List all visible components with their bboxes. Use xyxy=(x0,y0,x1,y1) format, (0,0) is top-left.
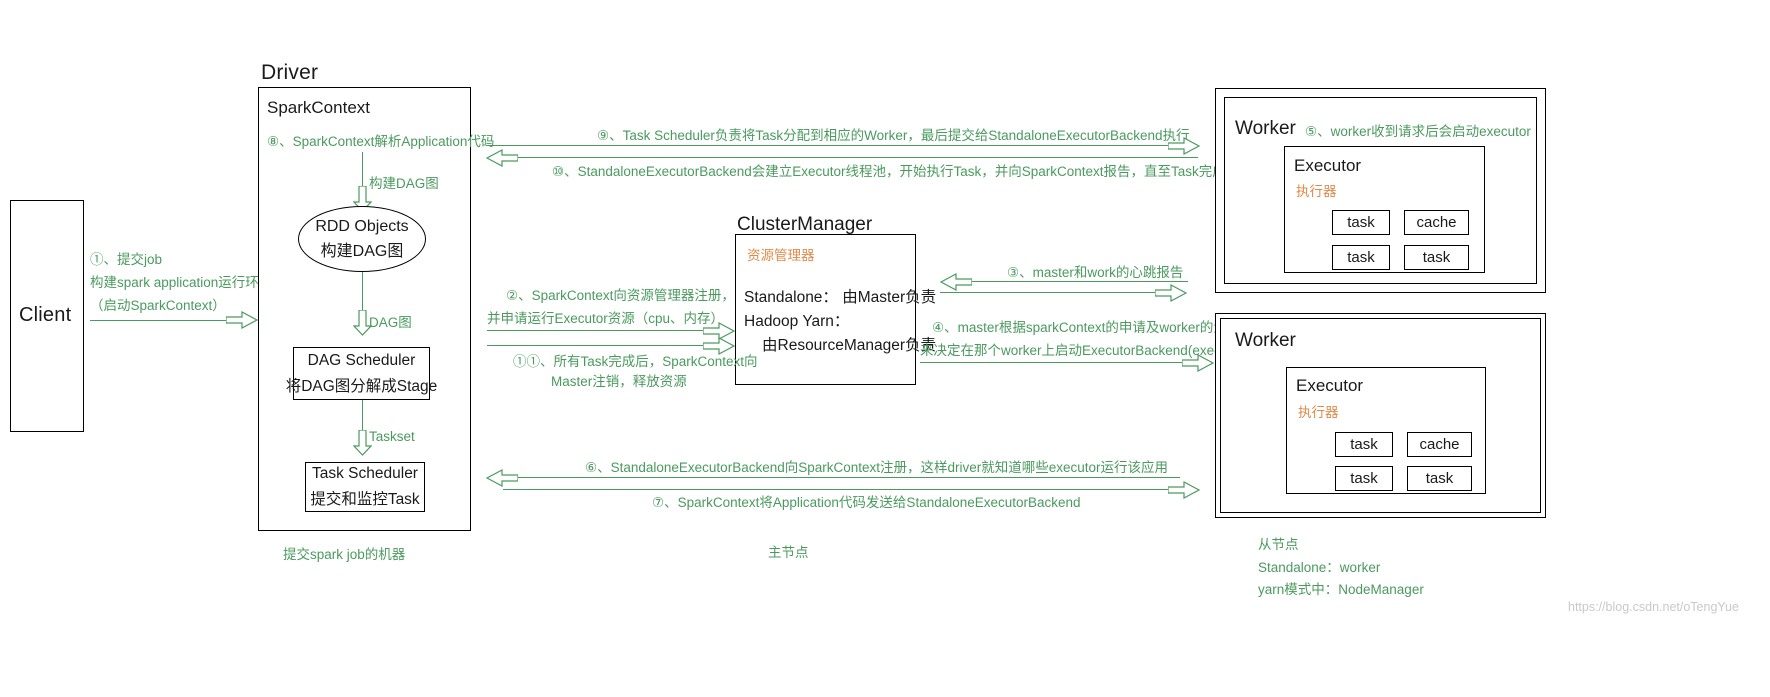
dag-scheduler-line2: 将DAG图分解成Stage xyxy=(285,377,438,395)
flow-step2-line xyxy=(487,330,708,331)
cluster-manager-line1: Standalone： 由Master负责 xyxy=(744,289,937,306)
rdd-objects-ellipse: RDD Objects 构建DAG图 xyxy=(298,206,426,272)
worker-2-chip-cache: cache xyxy=(1407,432,1472,457)
client-note-line2: 构建spark application运行环境 xyxy=(90,275,273,290)
flow-step9-line xyxy=(486,145,1198,146)
dag-arrow-label: DAG图 xyxy=(369,315,412,330)
worker-1-chip-task-2: task xyxy=(1332,245,1390,270)
worker-caption-line3: yarn模式中：NodeManager xyxy=(1258,582,1424,597)
flow-step2-line2: 并申请运行Executor资源（cpu、内存） xyxy=(487,311,725,326)
flow-step11-line1: ①①、所有Task完成后，SparkContext向 xyxy=(513,354,758,369)
worker-1-chip-cache: cache xyxy=(1404,210,1469,235)
flow-step3-label: ③、master和work的心跳报告 xyxy=(1007,265,1184,280)
driver-caption: 提交spark job的机器 xyxy=(283,547,406,562)
flow-step9-arrowhead xyxy=(1168,137,1200,155)
task-scheduler-line1: Task Scheduler xyxy=(312,465,418,482)
flow-step2-line1: ②、SparkContext向资源管理器注册， xyxy=(506,288,735,303)
client-note-line1: ①、提交job xyxy=(90,252,163,267)
dagscheduler-to-taskscheduler-line xyxy=(362,400,363,434)
client-to-driver-arrowhead xyxy=(226,311,258,329)
task-scheduler-line2: 提交和监控Task xyxy=(310,491,420,508)
diagram-canvas: Client ①、提交job 构建spark application运行环境 （… xyxy=(0,0,1770,697)
worker-1-chip-task-3: task xyxy=(1404,245,1469,270)
flow-step3b-line xyxy=(940,292,1158,293)
flow-step4-line xyxy=(920,362,1200,363)
worker-2-executor-subtitle: 执行器 xyxy=(1298,405,1339,420)
cluster-manager-title: ClusterManager xyxy=(737,214,873,235)
driver-title: Driver xyxy=(261,61,319,84)
cluster-manager-subtitle: 资源管理器 xyxy=(747,248,815,263)
spark-context-label: SparkContext xyxy=(267,98,370,117)
worker-caption-line1: 从节点 xyxy=(1258,537,1299,552)
flow-step11-line xyxy=(487,345,708,346)
worker-2-chip-task-2: task xyxy=(1335,466,1393,491)
worker-2-chip-task-1: task xyxy=(1335,432,1393,457)
flow-step11-line2: Master注销，释放资源 xyxy=(551,374,687,389)
client-title: Client xyxy=(19,304,72,326)
flow-step6-arrowhead xyxy=(486,469,518,487)
flow-step6-line xyxy=(500,477,1180,478)
flow-step3-arrowhead xyxy=(940,273,972,291)
client-to-driver-line xyxy=(90,320,230,321)
task-scheduler-box: Task Scheduler 提交和监控Task xyxy=(305,462,425,512)
dag-scheduler-box: DAG Scheduler 将DAG图分解成Stage xyxy=(286,347,437,400)
flow-step9-label: ⑨、Task Scheduler负责将Task分配到相应的Worker，最后提交… xyxy=(597,128,1190,143)
flow-step4-line1: ④、master根据sparkContext的申请及worker的汇报 xyxy=(932,320,1241,335)
cluster-manager-caption: 主节点 xyxy=(768,545,809,560)
worker-1-chip-task-1: task xyxy=(1332,210,1390,235)
cluster-manager-line2: Hadoop Yarn： xyxy=(744,313,850,330)
flow-step7-arrowhead xyxy=(1168,481,1200,499)
watermark: https://blog.csdn.net/oTengYue xyxy=(1568,600,1739,614)
flow-step6-label: ⑥、StandaloneExecutorBackend向SparkContext… xyxy=(585,460,1169,475)
rdd-objects-line1: RDD Objects xyxy=(315,218,409,235)
flow-step4-arrowhead xyxy=(1182,354,1214,372)
worker-2-title: Worker xyxy=(1235,330,1296,351)
flow-step10-line xyxy=(500,157,1198,158)
flow-step3-line xyxy=(957,281,1188,282)
worker-1-title: Worker xyxy=(1235,118,1296,139)
taskset-arrow-label: Taskset xyxy=(369,429,415,444)
cluster-manager-line3: 由ResourceManager负责 xyxy=(762,337,937,354)
worker-2-executor-title: Executor xyxy=(1296,376,1364,395)
flow-step10-arrowhead xyxy=(486,149,518,167)
flow-step7-line xyxy=(503,489,1198,490)
worker-1-note: ⑤、worker收到请求后会启动executor xyxy=(1305,124,1531,139)
client-note-line3: （启动SparkContext） xyxy=(90,298,226,313)
flow-step10-label: ⑩、StandaloneExecutorBackend会建立Executor线程… xyxy=(552,164,1226,179)
worker-1-executor-title: Executor xyxy=(1294,156,1362,175)
worker-1-executor-subtitle: 执行器 xyxy=(1296,184,1337,199)
dag-scheduler-line1: DAG Scheduler xyxy=(307,351,416,369)
driver-step8-label: ⑧、SparkContext解析Application代码 xyxy=(267,134,495,149)
rdd-to-dagscheduler-line xyxy=(362,272,363,314)
flow-step7-label: ⑦、SparkContext将Application代码发送给Standalon… xyxy=(652,495,1081,510)
worker-caption-line2: Standalone：worker xyxy=(1258,560,1381,575)
build-dag-arrow-label: 构建DAG图 xyxy=(369,176,439,191)
flow-step3b-arrowhead xyxy=(1155,284,1187,302)
rdd-objects-line2: 构建DAG图 xyxy=(320,243,404,260)
sparkcontext-to-rdd-line xyxy=(362,152,363,190)
worker-2-chip-task-3: task xyxy=(1407,466,1472,491)
